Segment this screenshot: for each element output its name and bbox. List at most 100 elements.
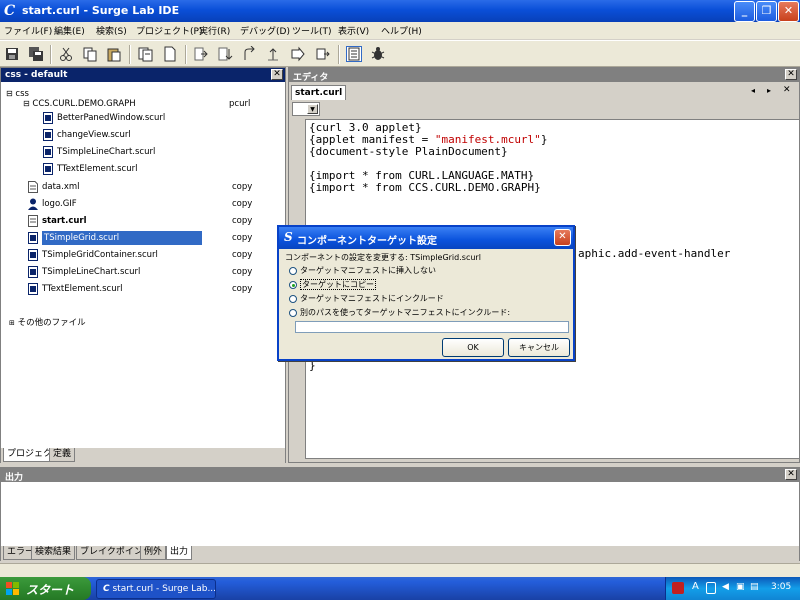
copy-icon[interactable] xyxy=(82,46,98,62)
tab-definitions[interactable]: 定義 xyxy=(49,448,76,462)
code-line-closing: } xyxy=(309,359,316,372)
network-icon[interactable]: ▣ xyxy=(736,582,745,592)
paste-icon[interactable] xyxy=(106,46,122,62)
menu-file[interactable]: ファイル(F) xyxy=(4,24,52,37)
project-icon[interactable] xyxy=(138,46,154,62)
save-icon[interactable] xyxy=(4,46,20,62)
security-icon[interactable] xyxy=(672,582,684,594)
close-window-button[interactable]: ✕ xyxy=(778,1,799,22)
editor-panel-title: エディタ xyxy=(293,73,329,83)
tree-tag: pcurl xyxy=(229,99,251,109)
close-icon[interactable]: ✕ xyxy=(785,469,797,480)
menu-view[interactable]: 表示(V) xyxy=(338,24,369,37)
radio-icon[interactable] xyxy=(289,308,297,317)
menu-bar: ファイル(F) 編集(E) 検索(S) プロジェクト(P) 実行(R) デバッグ… xyxy=(0,22,800,39)
toolbar-separator xyxy=(338,45,340,64)
maximize-button[interactable]: ❐ xyxy=(756,1,777,22)
toolbar-separator xyxy=(185,45,187,64)
run-icon[interactable] xyxy=(289,46,305,62)
step-out-icon[interactable] xyxy=(241,45,257,62)
tab-search-results[interactable]: 検索結果 xyxy=(31,546,76,560)
forward-icon[interactable] xyxy=(315,46,331,62)
tree-item[interactable]: TTextElement.scurl xyxy=(28,282,122,296)
radio-selected-icon[interactable] xyxy=(289,280,297,289)
close-icon[interactable]: ✕ xyxy=(785,69,797,80)
close-icon[interactable]: ✕ xyxy=(271,69,283,80)
tree-item[interactable]: logo.GIF xyxy=(28,197,77,211)
minimize-button[interactable]: _ xyxy=(734,1,755,22)
output-panel: 出力 ✕ エラー 検索結果 ブレイクポイント 例外 出力 xyxy=(0,467,800,561)
save-all-icon[interactable] xyxy=(28,46,44,62)
tree-item-start-curl[interactable]: start.curl xyxy=(28,214,87,228)
tree-item[interactable]: TSimpleLineChart.scurl xyxy=(43,145,155,159)
tree-tag: copy xyxy=(232,182,253,192)
code-line: {document-style PlainDocument} xyxy=(309,145,508,158)
option-copy-to-target[interactable]: ターゲットにコピー xyxy=(289,279,376,290)
start-button[interactable]: スタート xyxy=(0,577,91,600)
ime-icon[interactable]: A xyxy=(692,581,699,592)
menu-help[interactable]: ヘルプ(H) xyxy=(381,24,422,37)
option-include-alt-path[interactable]: 別のパスを使ってターゲットマニフェストにインクルード: xyxy=(289,307,510,318)
cut-icon[interactable] xyxy=(58,46,74,62)
tab-exceptions[interactable]: 例外 xyxy=(140,546,167,560)
tree-tag: copy xyxy=(232,250,253,260)
alt-path-input[interactable] xyxy=(295,321,569,333)
tree-item[interactable]: changeView.scurl xyxy=(43,128,131,142)
option-label: ターゲットにコピー xyxy=(300,279,376,290)
tree-other-files[interactable]: ⊞ その他のファイル xyxy=(9,316,86,330)
radio-icon[interactable] xyxy=(289,294,297,303)
step-over-icon[interactable] xyxy=(217,46,233,62)
menu-search[interactable]: 検索(S) xyxy=(96,24,127,37)
curl-file-icon xyxy=(43,145,53,158)
editor-tabbar: start.curl ◂ ▸ ✕ xyxy=(289,84,799,100)
curl-file-icon xyxy=(43,111,53,124)
toolbar xyxy=(0,40,800,67)
tree-item-selected[interactable]: TSimpleGrid.scurl xyxy=(28,231,202,245)
option-include[interactable]: ターゲットマニフェストにインクルード xyxy=(289,293,444,304)
menu-debug[interactable]: デバッグ(D) xyxy=(240,24,290,37)
tree-item[interactable]: TSimpleLineChart.scurl xyxy=(28,265,140,279)
tree-package-graph[interactable]: ⊟ CCS.CURL.DEMO.GRAPH xyxy=(23,97,136,111)
ime-pad-icon[interactable] xyxy=(706,582,716,594)
output-panel-header: 出力 xyxy=(1,468,799,483)
window-title: start.curl - Surge Lab IDE xyxy=(22,4,180,17)
ok-button[interactable]: OK xyxy=(442,338,504,357)
tree-label: logo.GIF xyxy=(42,199,77,209)
tab-output[interactable]: 出力 xyxy=(166,546,193,560)
toolbar-separator xyxy=(50,45,52,64)
file-icon[interactable] xyxy=(162,46,178,62)
cancel-button[interactable]: キャンセル xyxy=(508,338,570,357)
tab-prev-icon[interactable]: ◂ xyxy=(751,86,755,95)
radio-icon[interactable] xyxy=(289,266,297,275)
curl-file-icon xyxy=(28,248,38,261)
tree-item[interactable]: BetterPanedWindow.scurl xyxy=(43,111,165,125)
tab-start-curl[interactable]: start.curl xyxy=(291,85,347,100)
tab-close-icon[interactable]: ✕ xyxy=(783,85,791,95)
step-return-icon[interactable] xyxy=(265,46,281,62)
document-icon[interactable] xyxy=(346,46,362,62)
display-icon[interactable]: ▤ xyxy=(750,582,759,592)
dialog-title-bar[interactable]: S コンポーネントターゲット設定 ✕ xyxy=(279,227,573,249)
tree-label: changeView.scurl xyxy=(57,130,131,140)
code-line-partial: aphic.add-event-handler xyxy=(578,247,731,260)
tree-item[interactable]: data.xml xyxy=(28,180,80,194)
window-title-bar[interactable]: C start.curl - Surge Lab IDE _ ❐ ✕ xyxy=(0,0,800,22)
menu-tools[interactable]: ツール(T) xyxy=(292,24,332,37)
debug-bug-icon[interactable] xyxy=(370,46,386,62)
menu-edit[interactable]: 編集(E) xyxy=(54,24,85,37)
speaker-icon[interactable]: ◀ xyxy=(722,582,729,592)
tree-item[interactable]: TTextElement.scurl xyxy=(43,162,137,176)
output-tabbar: エラー 検索結果 ブレイクポイント 例外 出力 xyxy=(1,546,799,561)
dialog-close-button[interactable]: ✕ xyxy=(554,229,571,246)
taskbar-item-surge-lab[interactable]: C start.curl - Surge Lab... xyxy=(96,579,216,599)
tab-next-icon[interactable]: ▸ xyxy=(767,86,771,95)
tree-tag: copy xyxy=(232,199,253,209)
tree-item[interactable]: TSimpleGridContainer.scurl xyxy=(28,248,158,262)
menu-project[interactable]: プロジェクト(P) xyxy=(136,24,202,37)
option-no-insert[interactable]: ターゲットマニフェストに挿入しない xyxy=(289,265,436,276)
step-into-icon[interactable] xyxy=(193,46,209,62)
chevron-down-icon[interactable]: ▼ xyxy=(307,104,318,114)
curl-file-icon xyxy=(43,128,53,141)
editor-dropdown[interactable]: ▼ xyxy=(292,102,320,116)
menu-run[interactable]: 実行(R) xyxy=(199,24,230,37)
